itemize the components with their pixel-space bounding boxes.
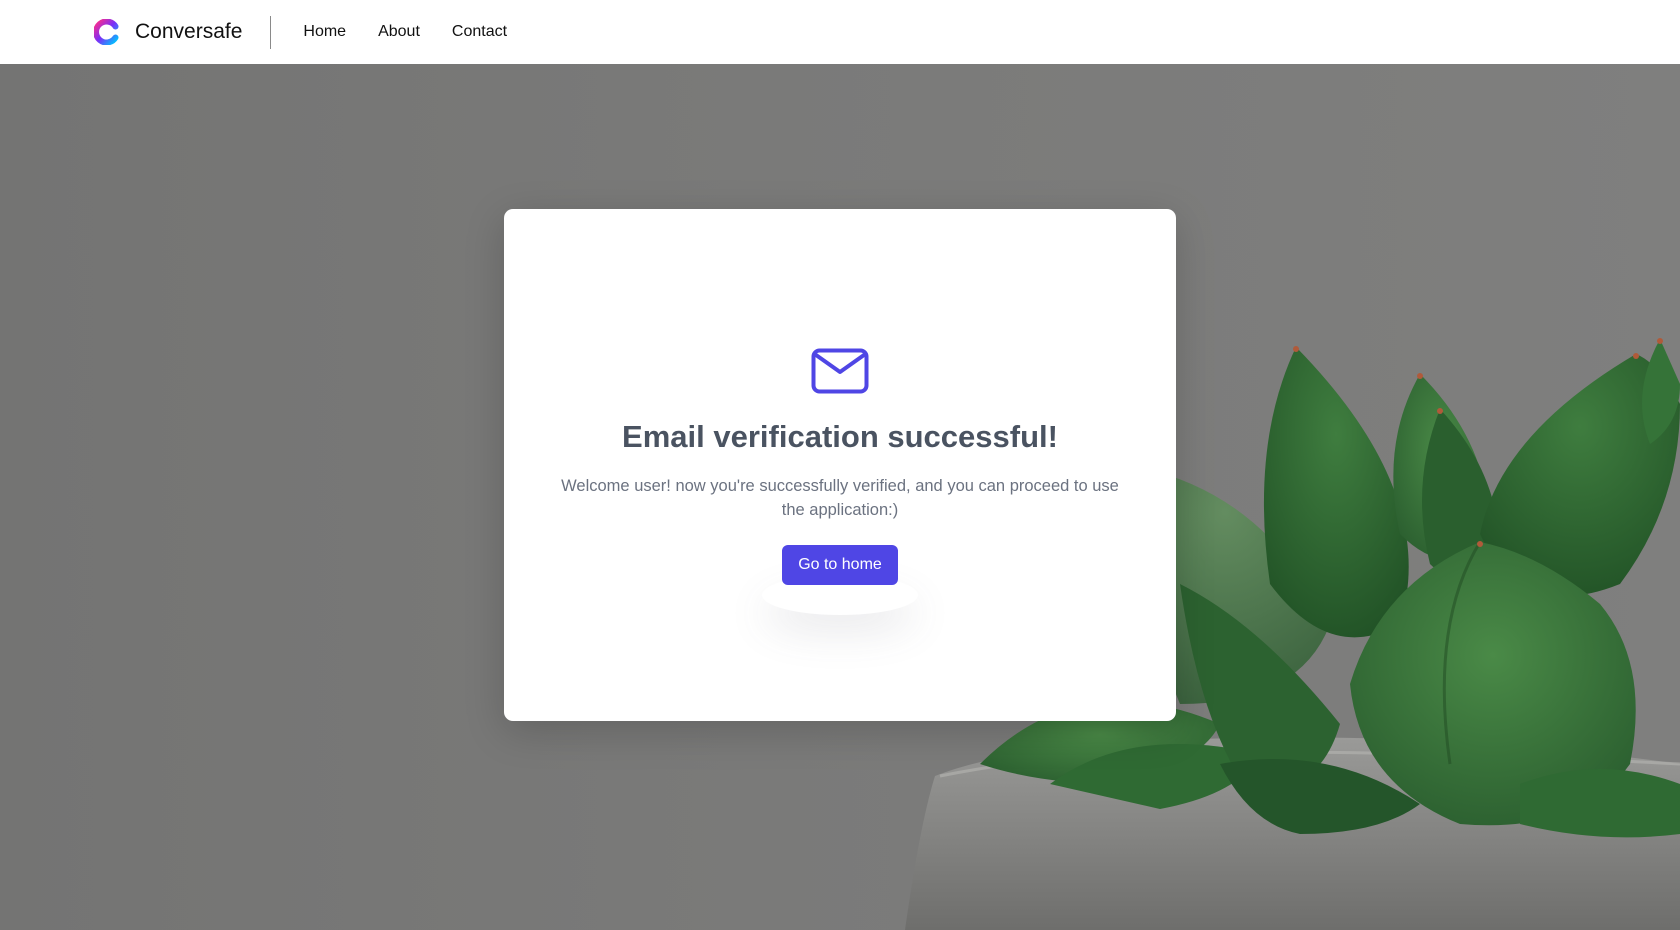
brand-name: Conversafe (135, 20, 243, 43)
conversafe-logo-icon (94, 19, 119, 45)
page-title: Email verification successful! (622, 419, 1058, 454)
verification-message: Welcome user! now you're successfully ve… (561, 477, 1119, 519)
nav-link-home[interactable]: Home (303, 23, 346, 41)
verification-card: Email verification successful! Welcome u… (504, 209, 1176, 721)
nav-links: Home About Contact (303, 23, 507, 41)
go-to-home-button[interactable]: Go to home (782, 545, 898, 585)
button-wrapper: Go to home (782, 545, 898, 585)
envelope-icon (811, 348, 869, 394)
nav-link-contact[interactable]: Contact (452, 23, 507, 41)
nav-link-about[interactable]: About (378, 23, 420, 41)
top-navbar: Conversafe Home About Contact (0, 0, 1680, 64)
nav-divider (270, 15, 272, 49)
brand[interactable]: Conversafe (94, 19, 242, 45)
